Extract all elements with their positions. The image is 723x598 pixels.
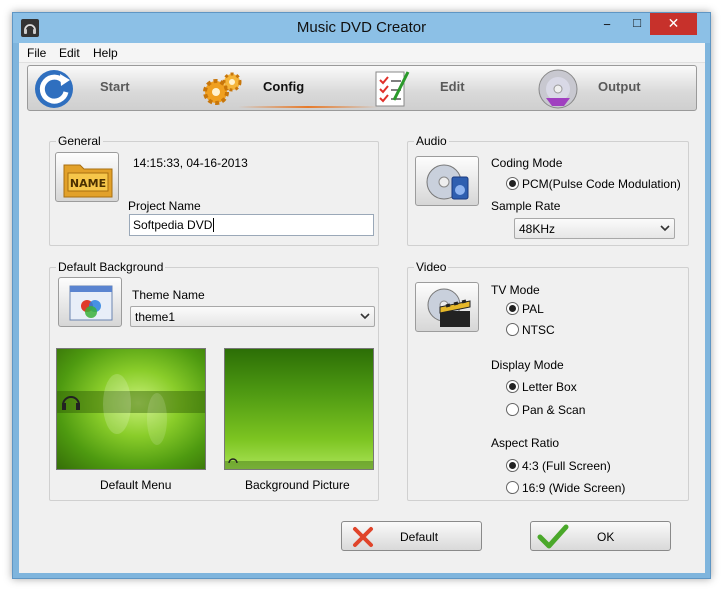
audio-group: Audio Coding Mode PCM(Pulse Code Modulat… bbox=[407, 134, 689, 246]
pan-scan-radio[interactable] bbox=[506, 403, 519, 416]
ratio-169-label: 16:9 (Wide Screen) bbox=[522, 481, 626, 495]
menu-edit[interactable]: Edit bbox=[59, 46, 80, 60]
theme-value: theme1 bbox=[135, 310, 176, 324]
tv-mode-label: TV Mode bbox=[491, 283, 540, 297]
video-group: Video TV Mode PAL NTSC Display Mode Lett… bbox=[407, 260, 689, 501]
disc-output-icon[interactable] bbox=[536, 68, 580, 110]
background-preview-art bbox=[225, 458, 373, 469]
aspect-ratio-label: Aspect Ratio bbox=[491, 436, 560, 450]
letter-box-label: Letter Box bbox=[522, 380, 577, 394]
menu-preview-art bbox=[57, 374, 205, 445]
title-bar[interactable]: Music DVD Creator − □ ✕ bbox=[13, 13, 710, 43]
pal-label: PAL bbox=[522, 302, 544, 316]
default-menu-preview[interactable] bbox=[56, 348, 206, 470]
general-title: General bbox=[56, 134, 103, 148]
audio-title: Audio bbox=[414, 134, 449, 148]
ratio-43-radio[interactable] bbox=[506, 459, 519, 472]
letter-box-radio[interactable] bbox=[506, 380, 519, 393]
red-x-icon bbox=[353, 527, 373, 547]
toolbar-config[interactable]: Config bbox=[263, 79, 304, 94]
client-area: File Edit Help Start Config Edit Output … bbox=[19, 43, 705, 573]
background-picture-preview[interactable] bbox=[224, 348, 374, 470]
folder-name-icon: NAME bbox=[63, 164, 113, 198]
app-window: Music DVD Creator − □ ✕ File Edit Help S… bbox=[12, 12, 711, 579]
general-group: General NAME 14:15:33, 04-16-2013 Projec… bbox=[49, 134, 379, 246]
ok-button-label: OK bbox=[597, 530, 615, 544]
clapperboard-disc-icon bbox=[427, 288, 471, 327]
toolbar-edit[interactable]: Edit bbox=[440, 79, 465, 94]
timestamp-label: 14:15:33, 04-16-2013 bbox=[133, 156, 248, 170]
refresh-start-icon[interactable] bbox=[32, 68, 76, 110]
toolbar-output[interactable]: Output bbox=[598, 79, 641, 94]
ratio-43-label: 4:3 (Full Screen) bbox=[522, 459, 611, 473]
menu-help[interactable]: Help bbox=[93, 46, 118, 60]
pcm-label: PCM(Pulse Code Modulation) bbox=[522, 177, 681, 191]
ntsc-label: NTSC bbox=[522, 323, 555, 337]
audio-settings-button[interactable] bbox=[415, 156, 479, 206]
gears-config-icon[interactable] bbox=[200, 70, 244, 108]
sample-rate-select[interactable]: 48KHz bbox=[514, 218, 675, 239]
project-name-label: Project Name bbox=[128, 199, 201, 213]
theme-name-label: Theme Name bbox=[132, 288, 205, 302]
menu-bar: File Edit Help bbox=[19, 43, 705, 63]
coding-mode-label: Coding Mode bbox=[491, 156, 563, 170]
project-name-input[interactable]: Softpedia DVD bbox=[129, 214, 374, 236]
menu-file[interactable]: File bbox=[27, 46, 46, 60]
speaker-disc-icon bbox=[426, 164, 469, 200]
maximize-button[interactable]: □ bbox=[623, 15, 651, 37]
sample-rate-label: Sample Rate bbox=[491, 199, 561, 213]
minimize-button[interactable]: − bbox=[593, 17, 621, 39]
checklist-edit-icon[interactable] bbox=[372, 68, 412, 110]
close-button[interactable]: ✕ bbox=[650, 13, 697, 35]
display-mode-label: Display Mode bbox=[491, 358, 564, 372]
video-settings-button[interactable] bbox=[415, 282, 479, 332]
wizard-toolbar: Start Config Edit Output bbox=[27, 65, 697, 111]
chevron-down-icon bbox=[660, 225, 670, 232]
background-picture-caption: Background Picture bbox=[245, 478, 350, 492]
default-background-group: Default Background Theme Name theme1 Def… bbox=[49, 260, 379, 501]
chevron-down-icon bbox=[360, 313, 370, 320]
green-check-icon bbox=[537, 524, 569, 549]
icon-name-text: NAME bbox=[70, 177, 106, 190]
ntsc-radio[interactable] bbox=[506, 323, 519, 336]
sample-rate-value: 48KHz bbox=[519, 222, 556, 236]
default-button-label: Default bbox=[400, 530, 439, 544]
video-title: Video bbox=[414, 260, 449, 274]
pcm-radio[interactable] bbox=[506, 177, 519, 190]
active-tab-indicator bbox=[238, 106, 378, 108]
theme-select[interactable]: theme1 bbox=[130, 306, 375, 327]
project-name-value: Softpedia DVD bbox=[133, 218, 213, 232]
pan-scan-label: Pan & Scan bbox=[522, 403, 586, 417]
ok-button[interactable]: OK bbox=[530, 521, 671, 551]
default-menu-caption: Default Menu bbox=[100, 478, 172, 492]
pal-radio[interactable] bbox=[506, 302, 519, 315]
default-background-title: Default Background bbox=[56, 260, 166, 274]
toolbar-start[interactable]: Start bbox=[100, 79, 130, 94]
project-name-button[interactable]: NAME bbox=[55, 152, 119, 202]
theme-button[interactable] bbox=[58, 277, 122, 327]
ratio-169-radio[interactable] bbox=[506, 481, 519, 494]
default-button[interactable]: Default bbox=[341, 521, 482, 551]
theme-palette-icon bbox=[69, 285, 113, 321]
